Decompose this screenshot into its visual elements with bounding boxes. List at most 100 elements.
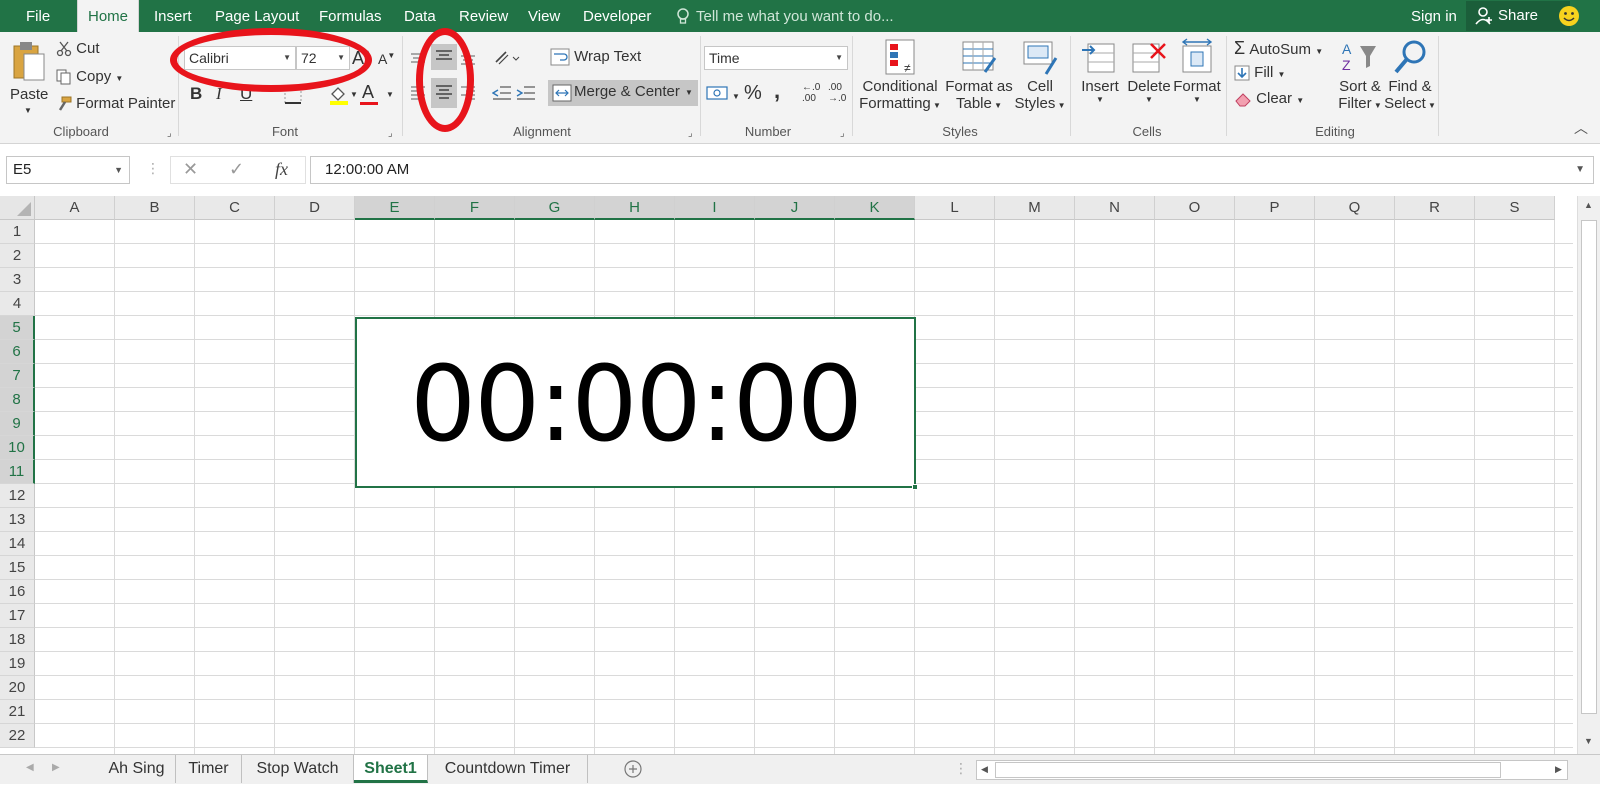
autosum-dropdown-arrow[interactable]: ▼: [1315, 47, 1323, 56]
sheet-tab-countdown-timer[interactable]: Countdown Timer: [428, 755, 588, 783]
row-header-6[interactable]: 6: [0, 340, 35, 364]
find-select-button[interactable]: Find & Select ▼: [1384, 38, 1436, 122]
column-header-o[interactable]: O: [1155, 196, 1235, 220]
row-header-5[interactable]: 5: [0, 316, 35, 340]
row-header-19[interactable]: 19: [0, 652, 35, 676]
horizontal-scrollbar[interactable]: ◀ ▶: [976, 760, 1568, 780]
column-header-j[interactable]: J: [755, 196, 835, 220]
next-sheet-arrow-icon[interactable]: ▶: [52, 762, 60, 773]
row-header-16[interactable]: 16: [0, 580, 35, 604]
scroll-left-arrow-icon[interactable]: ◀: [981, 764, 988, 775]
add-sheet-icon[interactable]: [624, 760, 642, 778]
font-size-dropdown-arrow[interactable]: ▼: [337, 47, 345, 69]
copy-button[interactable]: Copy ▼: [56, 68, 123, 85]
fill-handle[interactable]: [912, 484, 918, 490]
column-header-s[interactable]: S: [1475, 196, 1555, 220]
comma-style-button[interactable]: ,: [774, 78, 780, 104]
tab-view[interactable]: View: [528, 0, 560, 32]
tab-developer[interactable]: Developer: [583, 0, 651, 32]
sheet-tab-timer[interactable]: Timer: [176, 755, 242, 783]
column-header-r[interactable]: R: [1395, 196, 1475, 220]
orientation-icon[interactable]: [494, 50, 520, 66]
align-right-icon[interactable]: [460, 84, 476, 102]
decrease-indent-icon[interactable]: [492, 84, 512, 102]
row-header-7[interactable]: 7: [0, 364, 35, 388]
sort-filter-button[interactable]: AZ Sort & Filter ▼: [1334, 38, 1386, 122]
number-format-dropdown-arrow[interactable]: ▼: [835, 47, 843, 69]
merge-center-dropdown-arrow[interactable]: ▼: [685, 88, 693, 97]
center-align-button[interactable]: [431, 78, 457, 108]
merge-center-button[interactable]: Merge & Center ▼: [548, 80, 698, 106]
share-button[interactable]: Share: [1466, 1, 1570, 31]
column-header-b[interactable]: B: [115, 196, 195, 220]
borders-button[interactable]: [284, 86, 302, 108]
vertical-scroll-thumb[interactable]: [1581, 220, 1597, 714]
fill-color-dropdown-arrow[interactable]: ▼: [350, 90, 358, 99]
bold-button[interactable]: B: [190, 84, 202, 104]
smiley-feedback-icon[interactable]: [1558, 5, 1580, 27]
font-color-dropdown-arrow[interactable]: ▼: [386, 90, 394, 99]
column-header-q[interactable]: Q: [1315, 196, 1395, 220]
tab-file[interactable]: File: [26, 0, 50, 32]
horizontal-scroll-thumb[interactable]: [995, 762, 1501, 778]
paste-button[interactable]: Paste ▼: [8, 38, 50, 134]
tell-me-search[interactable]: Tell me what you want to do...: [676, 0, 894, 32]
confirm-entry-icon[interactable]: ✓: [229, 159, 244, 180]
accounting-dropdown-arrow[interactable]: ▼: [732, 92, 740, 101]
collapse-ribbon-chevron-up-icon[interactable]: ︿: [1574, 118, 1588, 138]
expand-formula-bar-icon[interactable]: ▼: [1575, 157, 1585, 183]
column-header-p[interactable]: P: [1235, 196, 1315, 220]
insert-function-button[interactable]: fx: [275, 159, 288, 180]
merged-cell-e5-k11[interactable]: 00:00:00: [355, 317, 916, 488]
row-header-2[interactable]: 2: [0, 244, 35, 268]
number-format-combo[interactable]: Time ▼: [704, 46, 848, 70]
decrease-font-size-button[interactable]: A▼: [378, 51, 395, 67]
row-header-3[interactable]: 3: [0, 268, 35, 292]
row-header-14[interactable]: 14: [0, 532, 35, 556]
previous-sheet-arrow-icon[interactable]: ◀: [26, 762, 34, 773]
row-header-12[interactable]: 12: [0, 484, 35, 508]
row-header-17[interactable]: 17: [0, 604, 35, 628]
paste-dropdown-arrow[interactable]: ▼: [24, 106, 32, 115]
font-color-button[interactable]: A: [360, 82, 378, 105]
row-header-8[interactable]: 8: [0, 388, 35, 412]
autosum-button[interactable]: Σ AutoSum ▼: [1234, 38, 1323, 59]
column-header-m[interactable]: M: [995, 196, 1075, 220]
cell-styles-button[interactable]: Cell Styles ▼: [1014, 38, 1066, 122]
conditional-formatting-button[interactable]: ≠ Conditional Formatting ▼: [858, 38, 942, 122]
scroll-down-arrow-icon[interactable]: ▼: [1584, 736, 1593, 746]
scroll-up-arrow-icon[interactable]: ▲: [1584, 200, 1593, 210]
column-header-n[interactable]: N: [1075, 196, 1155, 220]
column-header-e[interactable]: E: [355, 196, 435, 220]
column-header-l[interactable]: L: [915, 196, 995, 220]
italic-button[interactable]: I: [216, 84, 222, 104]
row-header-22[interactable]: 22: [0, 724, 35, 748]
sheet-tab-sheet1[interactable]: Sheet1: [354, 755, 428, 783]
percent-style-button[interactable]: %: [744, 82, 762, 105]
select-all-button[interactable]: [0, 196, 35, 220]
font-dialog-launcher-icon[interactable]: ⌟: [388, 128, 393, 139]
insert-cells-button[interactable]: Insert ▼: [1076, 38, 1124, 122]
clear-button[interactable]: Clear ▼: [1234, 90, 1304, 107]
row-header-20[interactable]: 20: [0, 676, 35, 700]
font-size-combo[interactable]: 72 ▼: [296, 46, 350, 70]
sheet-tab-ah-sing[interactable]: Ah Sing: [98, 755, 176, 783]
row-header-21[interactable]: 21: [0, 700, 35, 724]
row-header-15[interactable]: 15: [0, 556, 35, 580]
format-cells-button[interactable]: Format ▼: [1172, 38, 1222, 122]
sheet-tab-stop-watch[interactable]: Stop Watch: [242, 755, 354, 783]
tab-home[interactable]: Home: [77, 0, 139, 32]
tab-page-layout[interactable]: Page Layout: [215, 0, 299, 32]
align-bottom-icon[interactable]: [460, 50, 476, 66]
decrease-decimal-button[interactable]: .00 →.0: [828, 82, 846, 104]
number-dialog-launcher-icon[interactable]: ⌟: [840, 128, 845, 139]
row-header-18[interactable]: 18: [0, 628, 35, 652]
tab-insert[interactable]: Insert: [154, 0, 192, 32]
alignment-dialog-launcher-icon[interactable]: ⌟: [688, 128, 693, 139]
format-as-table-button[interactable]: Format as Table ▼: [944, 38, 1014, 122]
cancel-entry-icon[interactable]: ✕: [183, 159, 198, 180]
copy-dropdown-arrow[interactable]: ▼: [115, 74, 123, 83]
row-header-10[interactable]: 10: [0, 436, 35, 460]
name-box-dropdown-arrow[interactable]: ▼: [114, 157, 123, 183]
formula-input[interactable]: 12:00:00 AM ▼: [310, 156, 1594, 184]
